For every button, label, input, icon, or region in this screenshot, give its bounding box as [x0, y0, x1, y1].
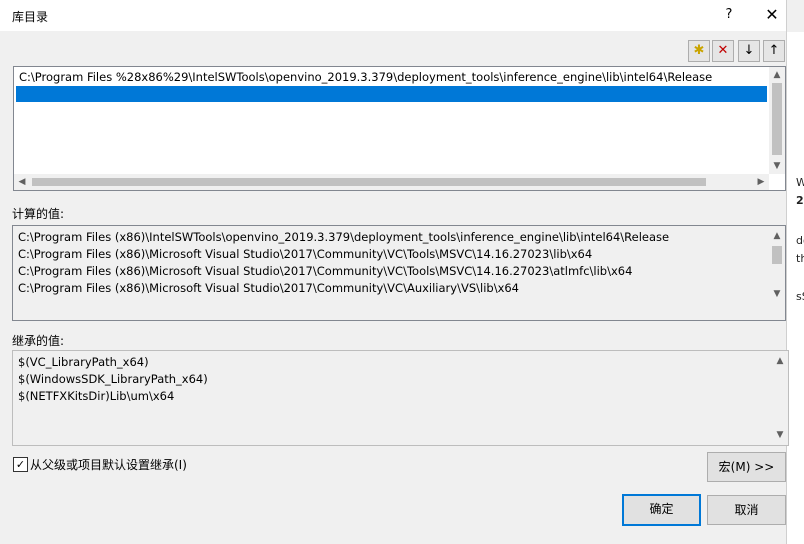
- scroll-thumb[interactable]: [772, 83, 782, 155]
- scroll-down-icon[interactable]: ▼: [769, 286, 785, 302]
- bg-text: sS: [796, 290, 804, 303]
- library-directories-dialog: 库目录 ? ✕ ✱ ✕ ↓ ↑ C:\Program Files %28x86%…: [0, 0, 789, 544]
- delete-icon: ✕: [717, 43, 729, 58]
- list-item: C:\Program Files (x86)\Microsoft Visual …: [18, 281, 520, 295]
- vertical-scrollbar[interactable]: ▲ ▼: [772, 351, 788, 445]
- bg-text: 29: [796, 194, 804, 207]
- scroll-left-icon[interactable]: ◀: [14, 174, 30, 190]
- check-icon: ✓: [15, 458, 26, 471]
- scroll-down-icon[interactable]: ▼: [769, 158, 785, 174]
- list-item[interactable]: C:\Program Files %28x86%29\IntelSWTools\…: [19, 69, 712, 85]
- bg-text: do: [796, 234, 804, 247]
- move-down-button[interactable]: ↓: [738, 40, 760, 62]
- vertical-scrollbar[interactable]: ▲ ▼: [769, 226, 785, 320]
- ok-button[interactable]: 确定: [622, 494, 701, 526]
- macros-button[interactable]: 宏(M) >>: [707, 452, 786, 482]
- scroll-right-icon[interactable]: ▶: [753, 174, 769, 190]
- scroll-up-icon[interactable]: ▲: [772, 353, 788, 369]
- arrow-down-icon: ↓: [743, 43, 755, 58]
- scroll-thumb[interactable]: [32, 178, 706, 186]
- inherited-values-list: $(VC_LibraryPath_x64) $(WindowsSDK_Libra…: [12, 350, 789, 446]
- cancel-button[interactable]: 取消: [707, 495, 786, 525]
- scroll-up-icon[interactable]: ▲: [769, 67, 785, 83]
- list-item: $(VC_LibraryPath_x64): [18, 355, 149, 369]
- list-item: $(NETFXKitsDir)Lib\um\x64: [18, 389, 175, 403]
- background-window: W 29 do th sS: [785, 32, 804, 544]
- scroll-down-icon[interactable]: ▼: [772, 427, 788, 443]
- list-item: C:\Program Files (x86)\Microsoft Visual …: [18, 264, 633, 278]
- dialog-title: 库目录: [12, 10, 49, 24]
- new-line-button[interactable]: ✱: [688, 40, 710, 62]
- directories-editable-list[interactable]: C:\Program Files %28x86%29\IntelSWTools\…: [13, 66, 786, 191]
- scroll-up-icon[interactable]: ▲: [769, 228, 785, 244]
- list-item: $(WindowsSDK_LibraryPath_x64): [18, 372, 208, 386]
- inherit-checkbox-label[interactable]: 从父级或项目默认设置继承(I): [30, 456, 187, 473]
- bg-text: W: [796, 176, 804, 189]
- title-bar: 库目录 ? ✕: [0, 0, 786, 31]
- arrow-up-icon: ↑: [768, 43, 780, 58]
- list-item: C:\Program Files (x86)\Microsoft Visual …: [18, 247, 593, 261]
- bg-text: th: [796, 252, 804, 265]
- horizontal-scrollbar[interactable]: ◀ ▶: [14, 174, 769, 190]
- list-item: C:\Program Files (x86)\IntelSWTools\open…: [18, 230, 670, 244]
- new-folder-icon: ✱: [693, 43, 705, 58]
- evaluated-values-list: C:\Program Files (x86)\IntelSWTools\open…: [12, 225, 786, 321]
- move-up-button[interactable]: ↑: [763, 40, 785, 62]
- scroll-thumb[interactable]: [772, 246, 782, 264]
- evaluated-value-label: 计算的值:: [12, 207, 65, 221]
- delete-line-button[interactable]: ✕: [712, 40, 734, 62]
- inherit-checkbox[interactable]: ✓: [13, 457, 28, 472]
- inherited-value-label: 继承的值:: [12, 334, 65, 348]
- vertical-scrollbar[interactable]: ▲ ▼: [769, 67, 785, 174]
- list-item-selected[interactable]: [16, 86, 767, 102]
- close-button[interactable]: ✕: [761, 4, 783, 26]
- help-button[interactable]: ?: [718, 4, 740, 26]
